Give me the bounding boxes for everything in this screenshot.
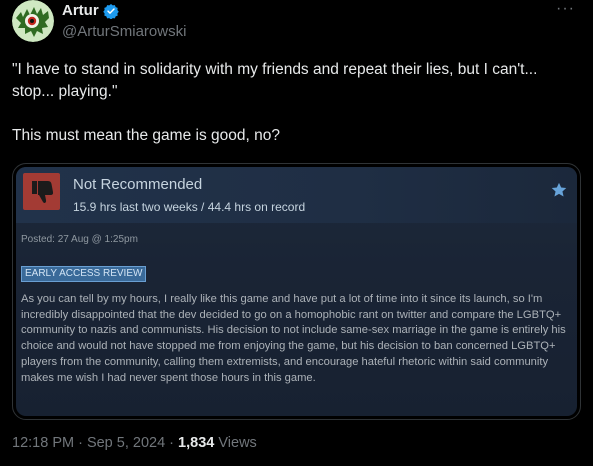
- tweet-timestamp[interactable]: 12:18 PM · Sep 5, 2024 ·: [12, 435, 178, 451]
- author-name-row: Artur: [62, 2, 119, 19]
- verified-badge-icon: [102, 3, 119, 19]
- review-header: Not Recommended 15.9 hrs last two weeks …: [16, 167, 577, 223]
- more-dots-icon[interactable]: ···: [556, 0, 575, 18]
- tweet-text: "I have to stand in solidarity with my f…: [12, 61, 538, 144]
- review-posted-date: Posted: 27 Aug @ 1:25pm: [21, 234, 138, 245]
- review-verdict: Not Recommended: [73, 176, 203, 193]
- author-name[interactable]: Artur: [62, 2, 99, 19]
- views-count: 1,834: [178, 435, 215, 451]
- star-icon: [551, 182, 567, 197]
- review-body: As you can tell by my hours, I really li…: [21, 293, 566, 384]
- tweet-meta: 12:18 PM · Sep 5, 2024 · 1,834 Views: [12, 435, 257, 451]
- author-handle[interactable]: @ArturSmiarowski: [62, 23, 186, 40]
- thumbs-down-icon: [23, 173, 60, 210]
- early-access-badge: EARLY ACCESS REVIEW: [21, 266, 147, 282]
- steam-review: Not Recommended 15.9 hrs last two weeks …: [16, 167, 577, 416]
- monster-avatar-icon: [12, 0, 54, 42]
- review-hours: 15.9 hrs last two weeks / 44.4 hrs on re…: [73, 200, 306, 214]
- tweet-avatar[interactable]: [12, 0, 54, 42]
- views-label: Views: [214, 435, 257, 451]
- review-screenshot-card[interactable]: Not Recommended 15.9 hrs last two weeks …: [12, 163, 581, 420]
